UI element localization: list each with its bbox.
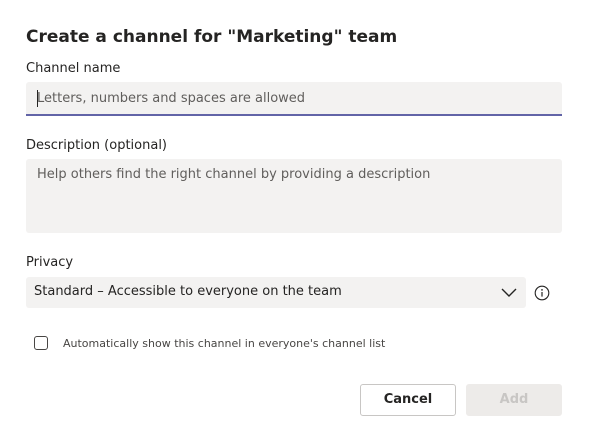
auto-show-checkbox[interactable] — [34, 336, 48, 350]
dialog-title: Create a channel for "Marketing" team — [26, 27, 398, 47]
privacy-label: Privacy — [26, 255, 74, 270]
description-input[interactable] — [26, 159, 562, 233]
text-caret — [37, 90, 38, 107]
privacy-dropdown[interactable]: Standard – Accessible to everyone on the… — [26, 277, 526, 308]
chevron-down-icon — [501, 288, 517, 297]
auto-show-label: Automatically show this channel in every… — [63, 337, 386, 350]
channel-name-input[interactable] — [26, 82, 562, 116]
create-channel-dialog: Create a channel for "Marketing" team Ch… — [0, 0, 592, 447]
description-label: Description (optional) — [26, 138, 168, 153]
cancel-button[interactable]: Cancel — [360, 384, 456, 416]
info-icon[interactable] — [534, 285, 550, 301]
channel-name-label: Channel name — [26, 61, 121, 76]
add-button[interactable]: Add — [466, 384, 562, 416]
privacy-selected-value: Standard – Accessible to everyone on the… — [34, 284, 342, 299]
